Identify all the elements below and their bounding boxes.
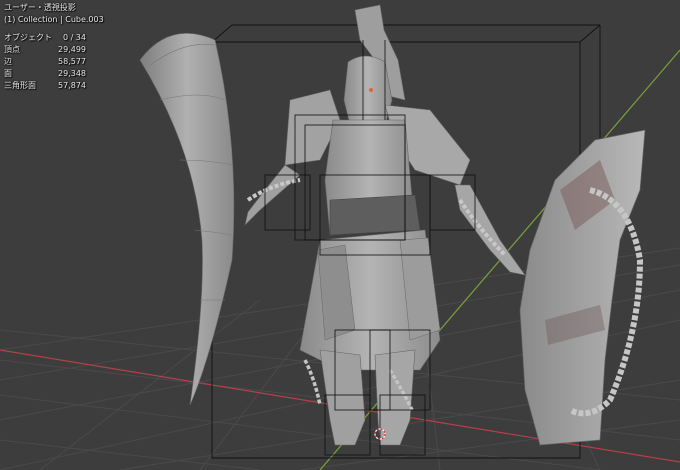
origin-marker — [369, 88, 373, 92]
stat-row-triangles: 三角形面 57,874 — [4, 81, 86, 90]
3d-viewport[interactable]: ユーザー・透視投影 (1) Collection | Cube.003 オブジェ… — [0, 0, 680, 470]
viewport-info-overlay: ユーザー・透視投影 (1) Collection | Cube.003 オブジェ… — [4, 2, 104, 92]
stat-row-faces: 面 29,348 — [4, 69, 86, 78]
stat-row-objects: オブジェクト 0 / 34 — [4, 33, 86, 42]
stat-row-edges: 辺 58,577 — [4, 57, 86, 66]
collection-info-label: (1) Collection | Cube.003 — [4, 15, 104, 24]
stat-row-vertices: 頂点 29,499 — [4, 45, 86, 54]
scene-statistics: オブジェクト 0 / 34 頂点 29,499 辺 58,577 面 29,34… — [4, 32, 104, 92]
view-mode-label: ユーザー・透視投影 — [4, 3, 76, 12]
shield-mesh — [519, 129, 646, 446]
